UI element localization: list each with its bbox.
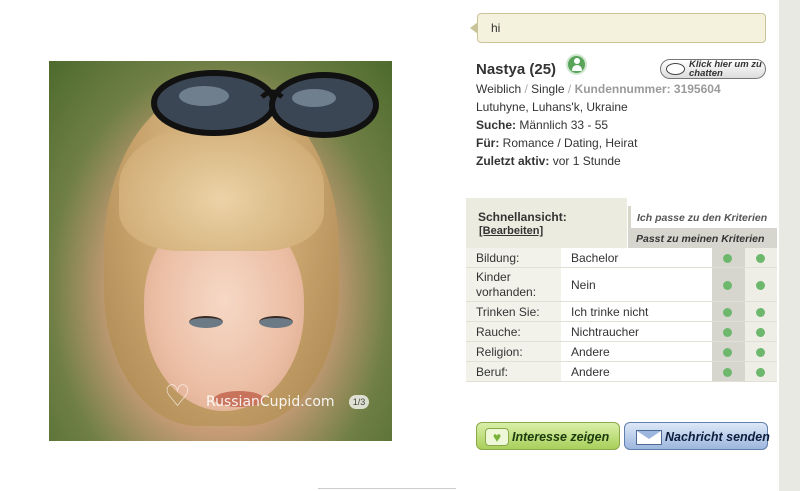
relationship-status: Single (531, 82, 565, 96)
quickview-row-key: Bildung: (466, 248, 561, 267)
quickview-row-key: Trinken Sie: (466, 302, 561, 321)
criteria-me-header: Ich passe zu den Kriterien (628, 206, 777, 228)
quickview-row-key: Rauche: (466, 322, 561, 341)
photo-count-badge[interactable]: 1/3 (349, 395, 369, 409)
for-label: Für: (476, 136, 500, 150)
match-dot-icon (756, 307, 765, 317)
profile-name: Nastya (25) (476, 61, 557, 78)
criteria-them-label: Passt zu meinen Kriterien (636, 233, 765, 245)
chat-bubble-icon (666, 63, 685, 75)
quickview-header: Schnellansicht: [Bearbeiten] (466, 198, 627, 248)
quickview-row: Kinder vorhanden: Nein (466, 268, 777, 302)
send-message-label: Nachricht senden (665, 430, 770, 444)
quickview-edit-link[interactable]: [Bearbeiten] (479, 225, 543, 237)
sunglasses-icon (151, 70, 379, 138)
show-interest-label: Interesse zeigen (512, 430, 610, 444)
customer-number-label: Kundennummer: (574, 82, 671, 96)
message-text: hi (491, 21, 501, 35)
send-message-button[interactable]: Nachricht senden (624, 422, 770, 450)
watermark-heart-icon: ♡ (164, 380, 191, 413)
gender-status-line: Weiblich / Single / Kundennummer: 319560… (476, 82, 721, 96)
last-active-value: vor 1 Stunde (552, 154, 621, 168)
quickview-panel: Schnellansicht: [Bearbeiten] Ich passe z… (466, 198, 777, 385)
criteria-me-cell (712, 248, 745, 267)
quickview-rows: Bildung: Bachelor Kinder vorhanden: Nein Tri… (466, 248, 777, 382)
match-dot-icon (723, 307, 732, 317)
match-dot-icon (723, 280, 732, 290)
quickview-row-value: Nein (571, 278, 596, 292)
quickview-row: Beruf: Andere (466, 362, 777, 382)
location: Lutuhyne, Luhans'k, Ukraine (476, 100, 628, 114)
photo-eye-left (189, 316, 223, 328)
quickview-row-value: Ich trinke nicht (571, 305, 649, 319)
criteria-them-cell (745, 342, 777, 361)
for-value: Romance / Dating, Heirat (502, 136, 638, 150)
match-dot-icon (723, 347, 732, 357)
profile-photo[interactable]: ♡ RussianCupid.com 1/3 (49, 61, 392, 441)
criteria-me-cell (712, 362, 745, 381)
match-dot-icon (723, 253, 732, 263)
criteria-me-label: Ich passe zu den Kriterien (637, 212, 768, 224)
quickview-row-key: Beruf: (466, 362, 561, 381)
criteria-them-cell (745, 302, 777, 321)
person-online-icon (566, 54, 587, 75)
match-dot-icon (756, 367, 765, 377)
heart-icon: ♥ (485, 428, 509, 446)
search-value: Männlich 33 - 55 (519, 118, 609, 132)
quickview-row-value: Andere (571, 365, 610, 379)
photo-eye-right (259, 316, 293, 328)
gender: Weiblich (476, 82, 522, 96)
quickview-row-key: Kinder vorhanden: (466, 268, 561, 301)
criteria-them-cell (745, 322, 777, 341)
criteria-them-cell (745, 248, 777, 267)
quickview-row: Bildung: Bachelor (466, 248, 777, 268)
match-dot-icon (723, 327, 732, 337)
quickview-title: Schnellansicht: (478, 210, 567, 224)
search-line: Suche: Männlich 33 - 55 (476, 118, 608, 132)
chat-button[interactable]: Klick hier um zu chatten (660, 59, 766, 79)
quickview-row: Religion: Andere (466, 342, 777, 362)
match-dot-icon (756, 327, 765, 337)
message-bubble: hi (470, 13, 766, 43)
criteria-me-cell (712, 342, 745, 361)
quickview-row-value: Andere (571, 345, 610, 359)
match-dot-icon (723, 367, 732, 377)
quickview-row-key: Religion: (466, 342, 561, 361)
right-gutter (779, 0, 800, 491)
last-active-line: Zuletzt aktiv: vor 1 Stunde (476, 154, 621, 168)
for-line: Für: Romance / Dating, Heirat (476, 136, 637, 150)
last-active-label: Zuletzt aktiv: (476, 154, 550, 168)
match-dot-icon (756, 280, 765, 290)
match-dot-icon (756, 253, 765, 263)
show-interest-button[interactable]: ♥ Interesse zeigen (476, 422, 620, 450)
quickview-row-value: Bachelor (571, 251, 619, 265)
envelope-icon (636, 430, 662, 445)
customer-number: 3195604 (673, 82, 721, 96)
criteria-them-header: Passt zu meinen Kriterien (628, 228, 777, 248)
chat-button-label: Klick hier um zu chatten (689, 59, 762, 79)
match-dot-icon (756, 347, 765, 357)
criteria-me-cell (712, 302, 745, 321)
quickview-row: Rauche: Nichtraucher (466, 322, 777, 342)
criteria-me-cell (712, 268, 745, 301)
criteria-them-cell (745, 268, 777, 301)
quickview-row: Trinken Sie: Ich trinke nicht (466, 302, 777, 322)
photo-watermark: RussianCupid.com (206, 394, 335, 410)
search-label: Suche: (476, 118, 517, 132)
criteria-me-cell (712, 322, 745, 341)
quickview-row-value: Nichtraucher (571, 325, 640, 339)
criteria-them-cell (745, 362, 777, 381)
